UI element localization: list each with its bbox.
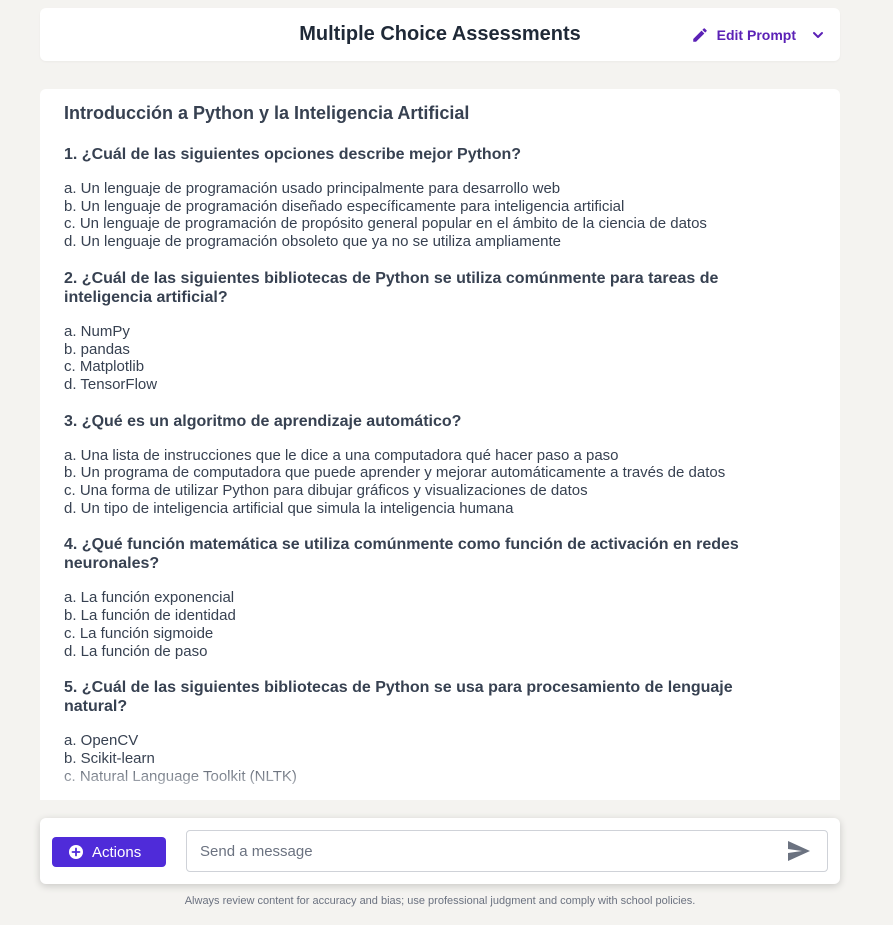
plus-circle-icon	[69, 845, 83, 859]
question-item: 1. ¿Cuál de las siguientes opciones desc…	[64, 145, 816, 251]
message-input[interactable]	[200, 831, 770, 871]
answer-option: c. Un lenguaje de programación de propós…	[64, 215, 707, 233]
answer-option: b. pandas	[64, 340, 130, 358]
answer-option: a. NumPy	[64, 322, 130, 340]
answer-option: a. Un lenguaje de programación usado pri…	[64, 180, 561, 197]
answer-option: d. La función de paso	[64, 642, 208, 660]
assessment-content[interactable]: Introducción a Python y la Inteligencia …	[40, 89, 840, 800]
message-box[interactable]	[186, 830, 828, 872]
header-bar: Multiple Choice Assessments Edit Prompt	[40, 8, 840, 61]
question-item: 2. ¿Cuál de las siguientes bibliotecas d…	[64, 269, 816, 394]
question-text: 2. ¿Cuál de las siguientes bibliotecas d…	[64, 269, 719, 306]
edit-prompt-label: Edit Prompt	[716, 26, 796, 43]
question-item: 4. ¿Qué función matemática se utiliza co…	[64, 535, 816, 660]
edit-prompt-button[interactable]: Edit Prompt	[691, 8, 824, 61]
answer-option: d. TensorFlow	[64, 375, 158, 393]
answer-option: b. Un lenguaje de programación diseñado …	[64, 197, 625, 215]
answer-option: a. Una lista de instrucciones que le dic…	[64, 446, 619, 464]
message-composer: Actions	[40, 818, 840, 884]
actions-button[interactable]: Actions	[52, 837, 166, 867]
send-icon[interactable]	[787, 840, 811, 862]
actions-label: Actions	[92, 843, 142, 861]
chevron-down-icon[interactable]	[812, 29, 824, 41]
answer-option: a. La función exponencial	[64, 589, 235, 607]
pencil-icon	[692, 27, 707, 42]
question-text: 5. ¿Cuál de las siguientes bibliotecas d…	[64, 679, 733, 716]
answer-option: d. Un lenguaje de programación obsoleto …	[64, 233, 561, 251]
answer-option: c. Natural Language Toolkit (NLTK)	[64, 767, 297, 785]
question-text: 3. ¿Qué es un algoritmo de aprendizaje a…	[64, 412, 462, 430]
answer-option: a. OpenCV	[64, 732, 139, 750]
question-text: 4. ¿Qué función matemática se utiliza co…	[64, 536, 739, 573]
answer-option: b. Un programa de computadora que puede …	[64, 464, 726, 482]
document-title: Introducción a Python y la Inteligencia …	[64, 103, 470, 123]
answer-option: d. Un tipo de inteligencia artificial qu…	[64, 499, 514, 517]
answer-option: c. Matplotlib	[64, 358, 145, 376]
disclaimer-text: Always review content for accuracy and b…	[184, 895, 696, 907]
answer-option: c. La función sigmoide	[64, 624, 214, 642]
question-text: 1. ¿Cuál de las siguientes opciones desc…	[64, 146, 522, 163]
question-item: 3. ¿Qué es un algoritmo de aprendizaje a…	[64, 412, 816, 518]
answer-option: b. La función de identidad	[64, 607, 236, 625]
answer-option: c. Una forma de utilizar Python para dib…	[64, 482, 588, 500]
answer-option: b. Scikit-learn	[64, 749, 155, 767]
question-item: 5. ¿Cuál de las siguientes bibliotecas d…	[64, 678, 816, 785]
